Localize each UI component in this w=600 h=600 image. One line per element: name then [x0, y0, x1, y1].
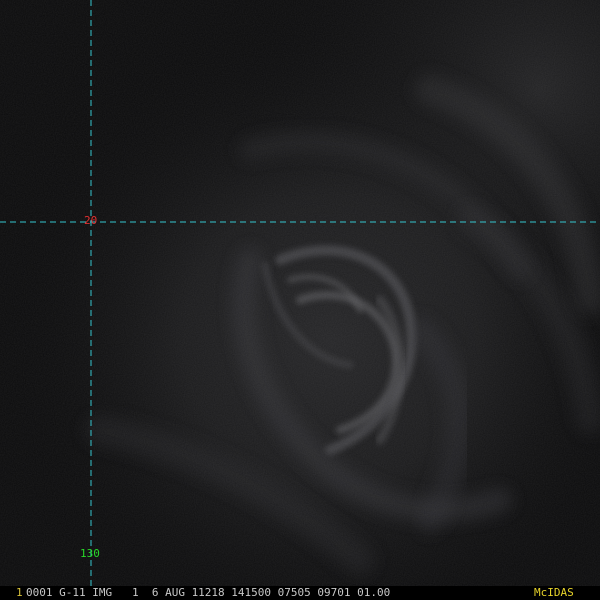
image-metadata-text: 0001 G-11 IMG 1 6 AUG 11218 141500 07505… — [26, 586, 391, 599]
latitude-label: 20 — [84, 214, 98, 227]
longitude-label: 130 — [80, 547, 100, 560]
frame-number: 1 — [16, 586, 23, 599]
satellite-image-viewer: 20 130 1 0001 G-11 IMG 1 6 AUG 11218 141… — [0, 0, 600, 600]
satellite-imagery — [0, 0, 600, 586]
mcidas-brand: McIDAS — [534, 586, 574, 599]
status-bar: 1 0001 G-11 IMG 1 6 AUG 11218 141500 075… — [0, 586, 600, 600]
